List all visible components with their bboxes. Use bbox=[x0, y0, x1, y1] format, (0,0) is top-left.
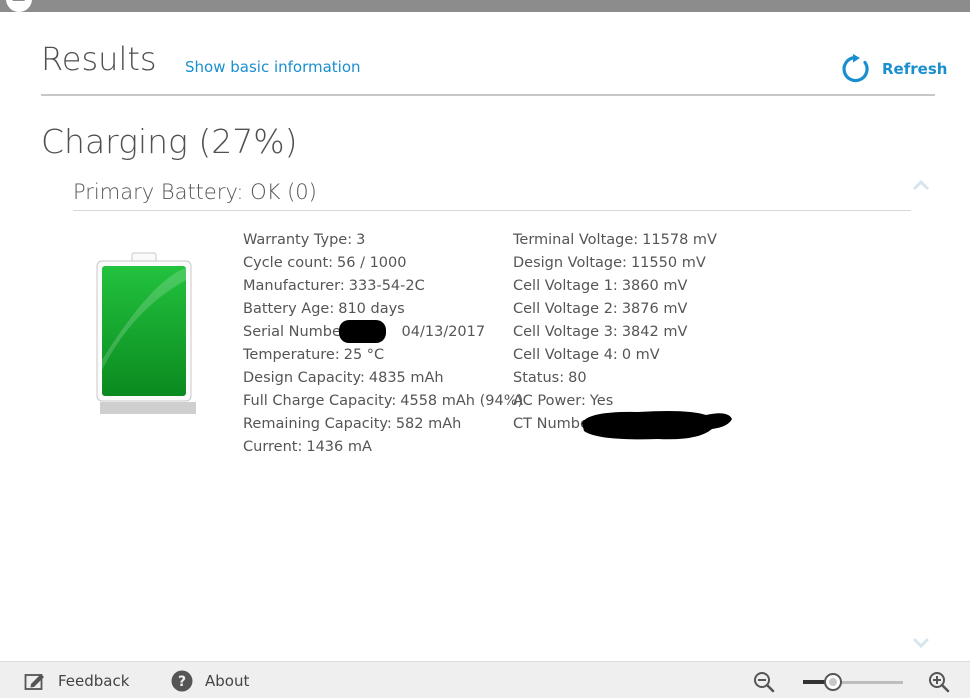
zoom-slider-thumb[interactable] bbox=[824, 673, 842, 691]
header-divider bbox=[41, 94, 935, 96]
charging-status: Charging (27%) bbox=[41, 122, 298, 161]
field-row: Remaining Capacity: 582 mAh bbox=[243, 416, 462, 432]
field-row: Temperature: 25 °C bbox=[243, 347, 385, 363]
svg-text:?: ? bbox=[178, 674, 186, 690]
about-button[interactable]: ? About bbox=[171, 662, 249, 698]
help-icon: ? bbox=[171, 670, 193, 691]
title-bar bbox=[0, 0, 970, 12]
refresh-label: Refresh bbox=[882, 60, 948, 78]
redaction-mark bbox=[339, 320, 386, 343]
chevron-down-icon[interactable] bbox=[912, 636, 930, 650]
field-row: Design Voltage: 11550 mV bbox=[513, 255, 706, 271]
page-title: Results bbox=[41, 40, 157, 78]
refresh-icon bbox=[842, 54, 869, 83]
about-label: About bbox=[205, 671, 250, 690]
show-basic-information-link[interactable]: Show basic information bbox=[185, 58, 361, 76]
feedback-icon bbox=[24, 673, 44, 690]
zoom-in-icon[interactable] bbox=[928, 671, 950, 693]
field-row: Battery Age: 810 days bbox=[243, 301, 405, 317]
field-row: Cycle count: 56 / 1000 bbox=[243, 255, 407, 271]
zoom-slider[interactable] bbox=[803, 672, 903, 692]
hp-logo-icon bbox=[6, 0, 32, 12]
field-row: Warranty Type: 3 bbox=[243, 232, 366, 248]
field-row: Current: 1436 mA bbox=[243, 439, 372, 455]
field-row: Design Capacity: 4835 mAh bbox=[243, 370, 444, 386]
field-row: Full Charge Capacity: 4558 mAh (94%) bbox=[243, 393, 524, 409]
refresh-button[interactable]: Refresh bbox=[840, 52, 947, 86]
chevron-up-icon[interactable] bbox=[912, 178, 930, 192]
feedback-label: Feedback bbox=[58, 671, 130, 690]
field-row: Cell Voltage 3: 3842 mV bbox=[513, 324, 688, 340]
field-row: Terminal Voltage: 11578 mV bbox=[513, 232, 717, 248]
battery-icon bbox=[96, 252, 196, 414]
section-divider bbox=[73, 210, 911, 211]
redaction-mark bbox=[582, 411, 732, 440]
feedback-button[interactable]: Feedback bbox=[24, 662, 129, 698]
field-row: Cell Voltage 2: 3876 mV bbox=[513, 301, 688, 317]
field-row: Status: 80 bbox=[513, 370, 587, 386]
footer-bar: Feedback ? About bbox=[0, 661, 970, 698]
battery-details-left: Warranty Type: 3 Cycle count: 56 / 1000 Ma… bbox=[243, 229, 523, 459]
battery-details-right: Terminal Voltage: 11578 mV Design Voltage… bbox=[513, 229, 717, 436]
field-row: Manufacturer: 333-54-2C bbox=[243, 278, 425, 294]
zoom-out-icon[interactable] bbox=[753, 671, 775, 693]
field-row: Cell Voltage 1: 3860 mV bbox=[513, 278, 688, 294]
field-row: Cell Voltage 4: 0 mV bbox=[513, 347, 660, 363]
primary-battery-title: Primary Battery: OK (0) bbox=[73, 180, 317, 204]
